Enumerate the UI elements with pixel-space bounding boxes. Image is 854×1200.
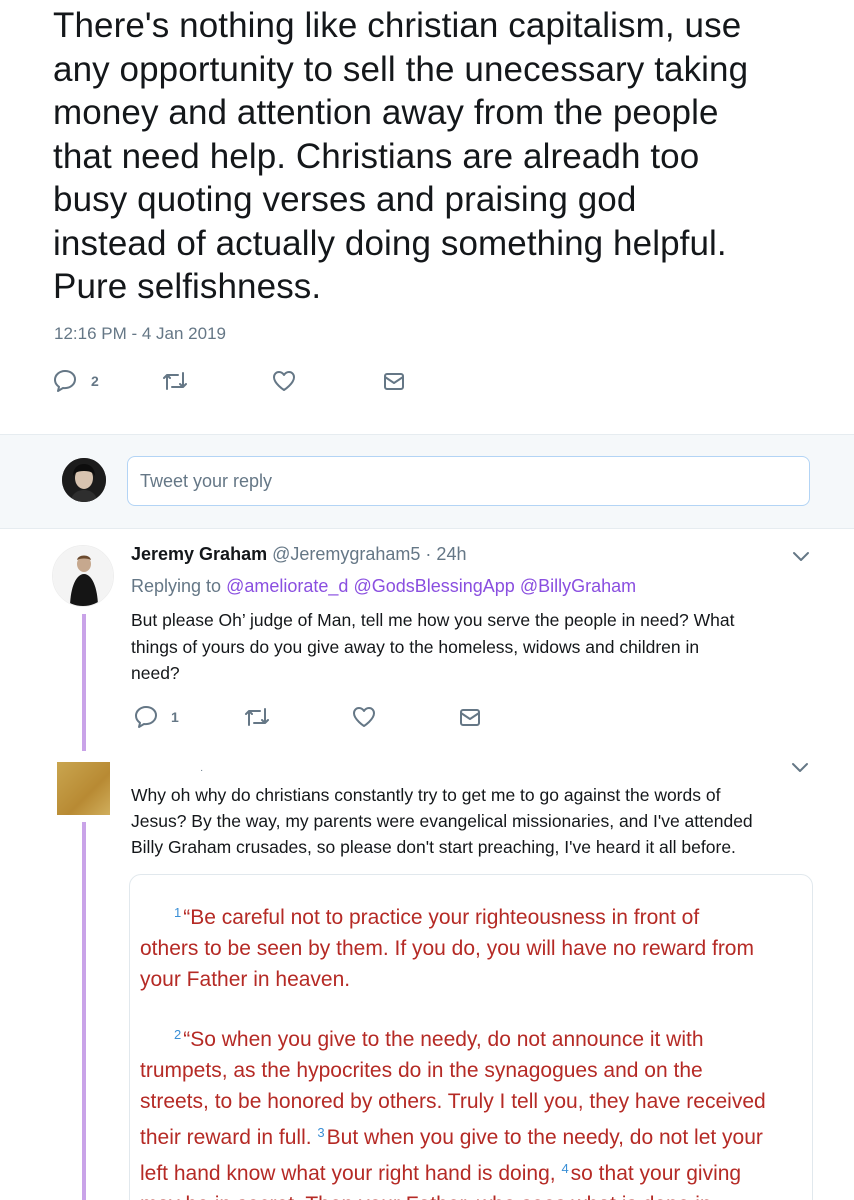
scripture-text-span: “So when you give to the needy, do not a… [183,1028,704,1051]
avatar-photo [53,546,113,606]
author-name[interactable]: Jeremy Graham [131,544,267,564]
tweet-text-line: Pure selfishness. [53,267,322,306]
avatar[interactable] [62,458,106,502]
replying-to: Replying to @ameliorate_d @GodsBlessingA… [131,576,636,597]
thread-line [82,614,86,751]
scripture-line: their reward in full. 3But when you give… [140,1117,802,1153]
reply-count: 2 [91,373,99,389]
scripture-line: trumpets, as the hypocrites do in the sy… [140,1059,703,1082]
mention-link[interactable]: @GodsBlessingApp [353,576,514,596]
retweet-button[interactable] [242,704,272,730]
tweet-author-redacted: · [200,765,204,776]
tweet-author: Jeremy Graham @Jeremygraham5 · 24h [131,544,466,565]
scripture-line: left hand know what your right hand is d… [140,1153,802,1189]
scripture-line: may be in secret. Then your Father, who … [140,1189,802,1200]
reply-text-line: But please Oh’ judge of Man, tell me how… [131,610,735,630]
verse-number: 3 [317,1125,325,1140]
like-button[interactable] [271,368,297,394]
reply-text: Why oh why do christians constantly try … [131,782,831,860]
reply-text-line: Jesus? By the way, my parents were evang… [131,811,753,831]
envelope-icon [460,709,480,726]
tweet-text-line: There's nothing like christian capitalis… [53,6,742,45]
scripture-text-span: their reward in full. [140,1126,312,1149]
retweet-icon [163,372,187,390]
reply-text: But please Oh’ judge of Man, tell me how… [131,607,811,687]
reply-count: 1 [171,709,179,725]
reply-text-line: need? [131,663,180,683]
scripture-text-span: But when you give to the needy, do not l… [326,1126,763,1149]
tweet-text: There's nothing like christian capitalis… [53,4,843,309]
verse-number: 1 [174,905,182,920]
reply-icon [135,706,157,728]
tweet-text-line: that need help. Christians are alreadh t… [53,136,700,176]
scripture-line: your Father in heaven. [140,968,351,991]
avatar-photo [62,458,106,502]
like-button[interactable] [351,704,377,730]
scripture-text-span: so that your giving [570,1162,742,1185]
reply-text-line: Why oh why do christians constantly try … [131,785,721,805]
dm-button[interactable] [458,704,482,730]
reply-text-line: Billy Graham crusades, so please don't s… [131,837,736,857]
scripture-text-span: left hand know what your right hand is d… [140,1162,556,1185]
chevron-down-icon[interactable] [791,762,809,774]
scripture-line: 1“Be careful not to practice your righte… [140,897,802,933]
tweet-text-line: instead of actually doing something help… [53,223,727,263]
reply-input[interactable]: Tweet your reply [127,456,810,506]
heart-icon [273,371,295,391]
mention-link[interactable]: @BillyGraham [520,576,636,596]
chevron-down-icon[interactable] [792,551,810,563]
avatar[interactable] [52,545,114,607]
tweet-text-line: any opportunity to sell the unecessary t… [53,49,749,89]
reply-button[interactable]: 2 [52,368,99,394]
scripture-line: streets, to be honored by others. Truly … [140,1090,766,1113]
scripture-text-span: “Be careful not to practice your righteo… [183,906,700,929]
reply-text-line: things of yours do you give away to the … [131,636,700,657]
attached-image[interactable]: 1“Be careful not to practice your righte… [129,874,813,1200]
envelope-icon [384,373,404,390]
heart-icon [353,707,375,727]
replying-label: Replying to [131,576,222,596]
reply-icon [54,370,76,392]
retweet-icon [245,708,269,726]
author-handle-time[interactable]: @Jeremygraham5 · 24h [272,544,466,564]
scripture-line: 2“So when you give to the needy, do not … [140,1019,802,1055]
scripture-text: 1“Be careful not to practice your righte… [140,897,802,1200]
tweet-text-line: busy quoting verses and praising god [53,180,637,219]
avatar[interactable] [57,762,110,815]
thread-line [82,822,86,1200]
dm-button[interactable] [382,368,406,394]
tweet-timestamp[interactable]: 12:16 PM - 4 Jan 2019 [54,324,226,344]
retweet-button[interactable] [160,368,190,394]
verse-number: 2 [174,1027,182,1042]
mention-link[interactable]: @ameliorate_d [226,576,348,596]
reply-button[interactable]: 1 [133,704,179,730]
tweet-text-line: money and attention away from the people [53,93,719,132]
verse-number: 4 [561,1161,569,1176]
scripture-line: others to be seen by them. If you do, yo… [140,937,754,960]
